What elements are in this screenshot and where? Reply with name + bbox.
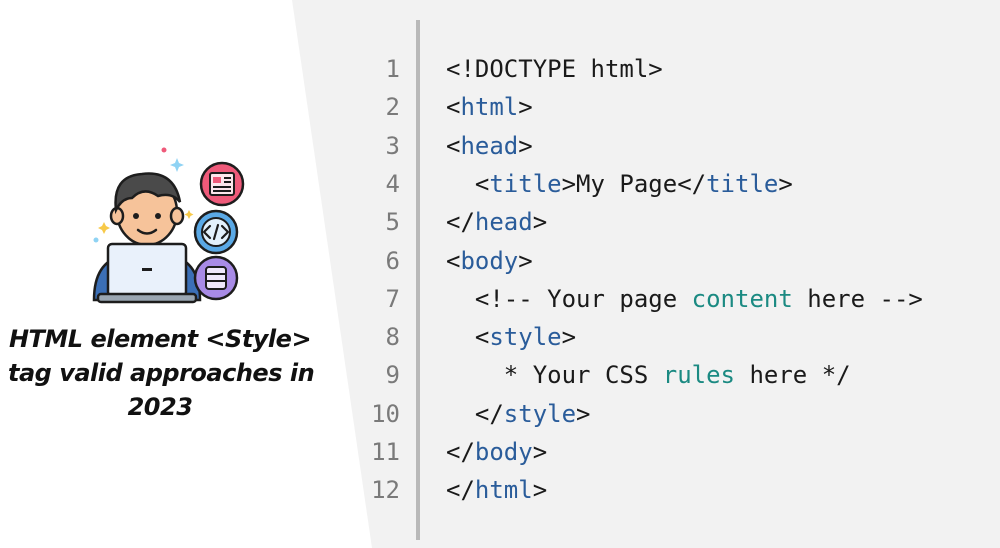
code-token: < — [446, 169, 490, 198]
code-token: > — [576, 399, 591, 428]
developer-avatar-icon — [92, 147, 245, 304]
code-token: </ — [446, 476, 475, 505]
title-line-1: HTML element <Style> — [8, 325, 312, 353]
line-code: </html> — [446, 471, 547, 509]
line-code: </head> — [446, 203, 547, 241]
code-line: 8 <style> — [318, 318, 1000, 356]
code-line: 9 * Your CSS rules here */ — [318, 356, 1000, 394]
layout-icon — [199, 161, 245, 207]
code-token: * Your CSS — [446, 361, 663, 390]
code-panel: 1 <!DOCTYPE html> 2 <html> 3 <head> 4 <title>M… — [318, 20, 1000, 540]
line-number: 3 — [385, 131, 400, 160]
code-token: html — [474, 476, 533, 505]
code-token: < — [446, 93, 461, 122]
code-token: style — [489, 323, 562, 352]
code-token: </ — [446, 399, 504, 428]
code-token: head — [460, 131, 519, 160]
code-token: > — [518, 246, 533, 275]
line-number: 2 — [385, 93, 400, 122]
code-token: </ — [446, 208, 475, 237]
code-token: < — [446, 246, 461, 275]
title-line-2: tag valid approaches in — [8, 359, 315, 387]
code-token: title — [706, 169, 779, 198]
code-token: head — [474, 208, 533, 237]
code-line: 4 <title>My Page</title> — [318, 165, 1000, 203]
line-code: <!DOCTYPE html> — [446, 50, 663, 88]
code-token: > — [532, 208, 548, 237]
code-line: 12 </html> — [318, 471, 1000, 509]
code-token: > — [532, 476, 548, 505]
page-title: HTML element <Style> tag valid approache… — [8, 322, 315, 424]
code-token: > — [778, 169, 793, 198]
line-number: 12 — [371, 476, 400, 505]
line-number: 11 — [371, 438, 400, 466]
line-number: 9 — [385, 361, 400, 390]
code-line: 2 <html> — [318, 88, 1000, 126]
code-token: html — [460, 93, 519, 122]
line-code: <html> — [446, 88, 533, 126]
line-number: 6 — [385, 246, 400, 275]
line-code: <head> — [446, 127, 533, 165]
code-token: style — [503, 399, 577, 428]
line-code: <!-- Your page content here --> — [446, 280, 923, 318]
laptop-icon — [96, 242, 198, 304]
code-token: > — [518, 131, 533, 160]
code-token: <!-- Your page — [446, 284, 692, 313]
line-number: 5 — [385, 208, 400, 237]
line-code: <body> — [446, 242, 533, 280]
list-icon — [193, 255, 239, 301]
line-code: </body> — [446, 433, 547, 471]
code-token: here --> — [792, 284, 923, 313]
code-token: body — [460, 246, 519, 275]
left-panel: HTML element <Style> tag valid approache… — [0, 0, 320, 548]
code-line: 6 <body> — [318, 242, 1000, 280]
code-line: 7 <!-- Your page content here --> — [318, 280, 1000, 318]
code-token: > — [561, 323, 577, 352]
line-number: 8 — [385, 323, 400, 352]
line-code: * Your CSS rules here */ — [446, 356, 851, 394]
code-token: >My Page</ — [561, 169, 707, 198]
line-number: 4 — [385, 169, 400, 198]
code-token: < — [446, 131, 461, 160]
code-icon — [193, 209, 239, 255]
code-token: > — [518, 93, 533, 122]
line-code: <style> — [446, 318, 576, 356]
code-token: <!DOCTYPE html> — [446, 55, 663, 83]
code-token: > — [532, 438, 548, 466]
line-code: </style> — [446, 395, 591, 433]
code-line: 1 <!DOCTYPE html> — [318, 50, 1000, 88]
title-line-3: 2023 — [127, 393, 193, 421]
code-token: here */ — [735, 361, 851, 390]
code-token: body — [474, 438, 533, 466]
code-line: 11 </body> — [318, 433, 1000, 471]
code-token: content — [691, 284, 793, 313]
line-number: 1 — [385, 55, 400, 83]
code-line: 5 </head> — [318, 203, 1000, 241]
code-token: rules — [662, 361, 735, 390]
code-line: 10 </style> — [318, 395, 1000, 433]
code-line: 3 <head> — [318, 127, 1000, 165]
line-number: 7 — [385, 284, 400, 313]
code-token: title — [489, 169, 562, 198]
code-token: </ — [446, 438, 475, 466]
line-code: <title>My Page</title> — [446, 165, 793, 203]
code-token: < — [446, 323, 490, 352]
line-number: 10 — [371, 399, 400, 428]
